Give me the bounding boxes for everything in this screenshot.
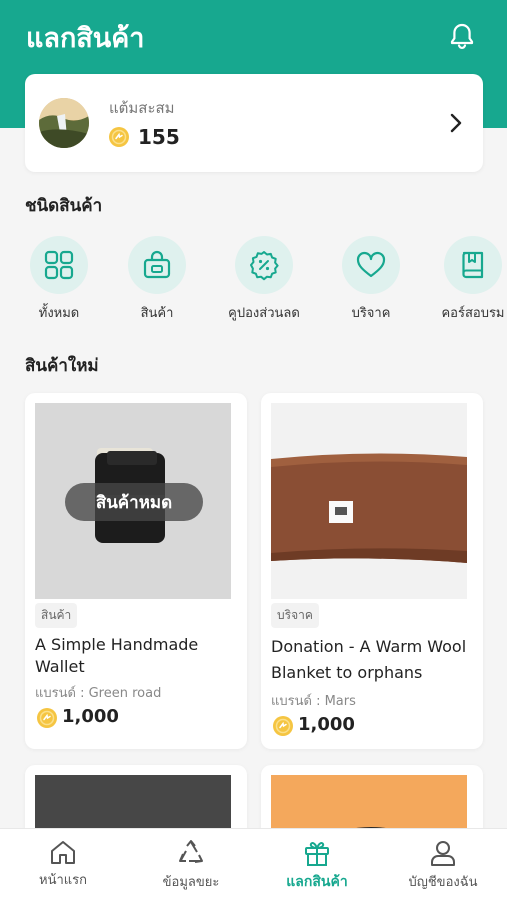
- nav-label: หน้าแรก: [39, 873, 87, 888]
- product-name: A Simple Handmade Wallet: [35, 635, 199, 676]
- points-label: แต้มสะสม: [109, 99, 175, 117]
- product-brand: แบรนด์ : Mars: [271, 694, 356, 709]
- user-icon: [431, 841, 455, 866]
- category-label: บริจาค: [351, 306, 391, 321]
- category-label: คอร์สอบรม: [441, 306, 505, 321]
- nav-label: ข้อมูลขยะ: [162, 875, 220, 890]
- product-image: สินค้าหมด: [35, 403, 231, 599]
- category-coupons[interactable]: คูปองส่วนลด: [219, 236, 309, 323]
- bottom-nav: หน้าแรก ข้อมูลขยะ แลกสินค้า บัญชีของฉัน: [0, 828, 507, 900]
- home-icon: [51, 841, 75, 864]
- category-label: สินค้า: [140, 306, 174, 321]
- recycle-icon: [179, 840, 203, 863]
- avatar[interactable]: [39, 98, 89, 148]
- heart-icon: [356, 251, 386, 278]
- gift-icon: [305, 842, 329, 866]
- category-donate[interactable]: บริจาค: [326, 236, 416, 323]
- product-tag: สินค้า: [35, 603, 78, 628]
- points-card[interactable]: แต้มสะสม 155: [25, 74, 483, 172]
- category-all[interactable]: ทั้งหมด: [14, 236, 104, 323]
- points-value: 155: [138, 125, 180, 149]
- discount-coupon-icon: [250, 251, 279, 281]
- grid-icon: [44, 250, 74, 280]
- new-products-title: สินค้าใหม่: [25, 356, 99, 376]
- nav-label: บัญชีของฉัน: [408, 875, 478, 890]
- chevron-right-icon[interactable]: [449, 112, 463, 134]
- product-card[interactable]: สินค้าหมด สินค้า A Simple Handmade Walle…: [25, 393, 247, 749]
- category-courses[interactable]: คอร์สอบรม: [428, 236, 507, 323]
- categories-title: ชนิดสินค้า: [25, 196, 103, 216]
- nav-account[interactable]: บัญชีของฉัน: [388, 839, 498, 892]
- nav-waste-info[interactable]: ข้อมูลขยะ: [136, 839, 246, 892]
- nav-home[interactable]: หน้าแรก: [8, 839, 118, 890]
- category-label: คูปองส่วนลด: [228, 306, 300, 321]
- category-products[interactable]: สินค้า: [112, 236, 202, 323]
- coin-icon: [37, 708, 57, 728]
- shopping-bag-icon: [143, 250, 171, 279]
- product-card[interactable]: บริจาค Donation - A Warm Wool Blanket to…: [261, 393, 483, 749]
- sold-out-badge: สินค้าหมด: [65, 483, 203, 521]
- nav-label: แลกสินค้า: [286, 874, 348, 890]
- product-tag: บริจาค: [271, 603, 319, 628]
- page-title: แลกสินค้า: [26, 23, 145, 54]
- coin-icon: [109, 127, 129, 147]
- product-image: [271, 403, 467, 599]
- bell-icon[interactable]: [449, 22, 475, 50]
- product-name: Donation - A Warm Wool Blanket to orphan…: [271, 637, 467, 682]
- product-price: 1,000: [62, 706, 119, 727]
- product-brand: แบรนด์ : Green road: [35, 686, 162, 701]
- nav-redeem[interactable]: แลกสินค้า: [262, 839, 372, 893]
- book-icon: [462, 251, 484, 279]
- coin-icon: [273, 716, 293, 736]
- category-label: ทั้งหมด: [38, 306, 80, 321]
- product-price: 1,000: [298, 714, 355, 735]
